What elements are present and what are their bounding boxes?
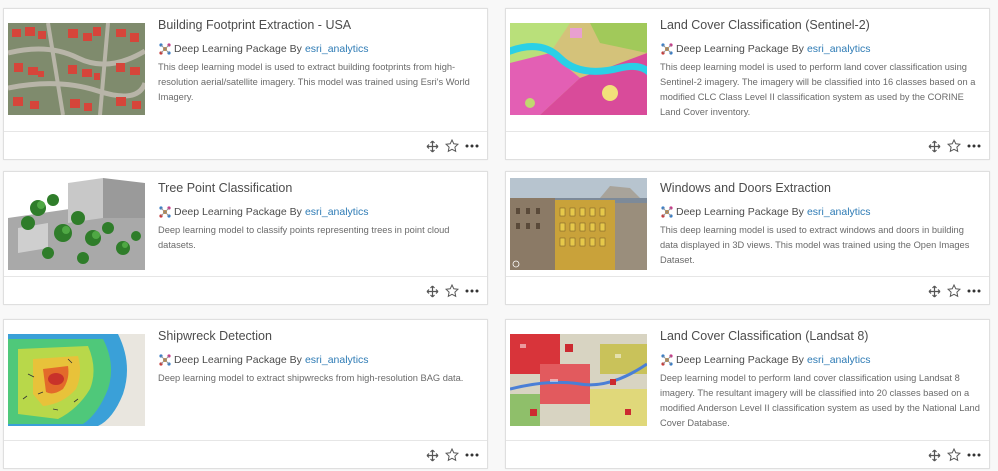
item-description: This deep learning model is used to extr… bbox=[158, 62, 470, 102]
card-actions bbox=[923, 138, 983, 154]
item-description: Deep learning model to perform land cove… bbox=[660, 373, 980, 428]
item-title[interactable]: Land Cover Classification (Sentinel-2) bbox=[660, 17, 981, 33]
item-by-label: By bbox=[791, 354, 804, 366]
card-actions bbox=[923, 283, 983, 299]
more-options-icon[interactable] bbox=[463, 447, 481, 463]
star-icon[interactable] bbox=[443, 447, 461, 463]
item-type: Deep Learning Package bbox=[676, 206, 789, 218]
item-card: Land Cover Classification (Landsat 8) De… bbox=[505, 319, 990, 469]
item-owner-link[interactable]: esri_analytics bbox=[807, 353, 871, 367]
item-by-label: By bbox=[289, 354, 302, 366]
item-type: Deep Learning Package bbox=[174, 43, 287, 55]
open-in-app-icon[interactable] bbox=[423, 138, 441, 154]
more-options-icon[interactable] bbox=[463, 138, 481, 154]
item-meta: Deep Learning Package By esri_analytics bbox=[158, 205, 479, 219]
item-card: Shipwreck Detection Deep Learning Packag… bbox=[3, 319, 488, 469]
more-options-icon[interactable] bbox=[965, 283, 983, 299]
item-thumbnail[interactable] bbox=[510, 334, 647, 426]
item-by-label: By bbox=[289, 43, 302, 55]
card-footer bbox=[4, 276, 487, 304]
item-description: Deep learning model to classify points r… bbox=[158, 225, 450, 250]
item-owner-link[interactable]: esri_analytics bbox=[305, 205, 369, 219]
item-card: Land Cover Classification (Sentinel-2) D… bbox=[505, 8, 990, 160]
deep-learning-package-icon bbox=[660, 353, 674, 367]
item-owner-link[interactable]: esri_analytics bbox=[305, 353, 369, 367]
open-in-app-icon[interactable] bbox=[925, 138, 943, 154]
open-in-app-icon[interactable] bbox=[925, 447, 943, 463]
item-meta: Deep Learning Package By esri_analytics bbox=[158, 42, 479, 56]
card-actions bbox=[421, 447, 481, 463]
item-by-label: By bbox=[289, 206, 302, 218]
item-description: Deep learning model to extract shipwreck… bbox=[158, 373, 464, 383]
shipwreck-bathymetry-thumbnail bbox=[8, 334, 145, 426]
open-in-app-icon[interactable] bbox=[925, 283, 943, 299]
tree-points-thumbnail bbox=[8, 178, 145, 270]
item-thumbnail[interactable] bbox=[8, 178, 145, 270]
item-owner-link[interactable]: esri_analytics bbox=[305, 42, 369, 56]
card-footer bbox=[506, 131, 989, 159]
star-icon[interactable] bbox=[945, 283, 963, 299]
windows-doors-thumbnail bbox=[510, 178, 647, 270]
more-options-icon[interactable] bbox=[463, 283, 481, 299]
card-actions bbox=[923, 447, 983, 463]
item-card: Windows and Doors Extraction Deep Learni… bbox=[505, 171, 990, 305]
deep-learning-package-icon bbox=[158, 42, 172, 56]
card-actions bbox=[421, 283, 481, 299]
item-card: Building Footprint Extraction - USA Deep… bbox=[3, 8, 488, 160]
card-footer bbox=[506, 440, 989, 468]
item-meta: Deep Learning Package By esri_analytics bbox=[660, 353, 981, 367]
item-by-label: By bbox=[791, 206, 804, 218]
star-icon[interactable] bbox=[945, 138, 963, 154]
item-description: This deep learning model is used to extr… bbox=[660, 225, 970, 265]
item-title[interactable]: Building Footprint Extraction - USA bbox=[158, 17, 479, 33]
deep-learning-package-icon bbox=[158, 205, 172, 219]
card-footer bbox=[4, 440, 487, 468]
item-thumbnail[interactable] bbox=[8, 334, 145, 426]
item-description: This deep learning model is used to perf… bbox=[660, 62, 976, 117]
item-meta: Deep Learning Package By esri_analytics bbox=[660, 205, 981, 219]
item-meta: Deep Learning Package By esri_analytics bbox=[660, 42, 981, 56]
item-type: Deep Learning Package bbox=[676, 354, 789, 366]
item-meta: Deep Learning Package By esri_analytics bbox=[158, 353, 479, 367]
deep-learning-package-icon bbox=[158, 353, 172, 367]
more-options-icon[interactable] bbox=[965, 138, 983, 154]
item-title[interactable]: Tree Point Classification bbox=[158, 180, 479, 196]
open-in-app-icon[interactable] bbox=[423, 283, 441, 299]
star-icon[interactable] bbox=[443, 283, 461, 299]
item-type: Deep Learning Package bbox=[676, 43, 789, 55]
building-footprints-thumbnail bbox=[8, 23, 145, 115]
item-type: Deep Learning Package bbox=[174, 206, 287, 218]
item-title[interactable]: Land Cover Classification (Landsat 8) bbox=[660, 328, 981, 344]
item-type: Deep Learning Package bbox=[174, 354, 287, 366]
card-footer bbox=[506, 276, 989, 304]
sentinel-landcover-thumbnail bbox=[510, 23, 647, 115]
item-title[interactable]: Shipwreck Detection bbox=[158, 328, 479, 344]
card-actions bbox=[421, 138, 481, 154]
star-icon[interactable] bbox=[443, 138, 461, 154]
open-in-app-icon[interactable] bbox=[423, 447, 441, 463]
item-title[interactable]: Windows and Doors Extraction bbox=[660, 180, 981, 196]
item-thumbnail[interactable] bbox=[510, 178, 647, 270]
landsat-landcover-thumbnail bbox=[510, 334, 647, 426]
item-thumbnail[interactable] bbox=[510, 23, 647, 115]
deep-learning-package-icon bbox=[660, 205, 674, 219]
star-icon[interactable] bbox=[945, 447, 963, 463]
item-thumbnail[interactable] bbox=[8, 23, 145, 115]
item-by-label: By bbox=[791, 43, 804, 55]
more-options-icon[interactable] bbox=[965, 447, 983, 463]
item-owner-link[interactable]: esri_analytics bbox=[807, 42, 871, 56]
item-owner-link[interactable]: esri_analytics bbox=[807, 205, 871, 219]
item-card: Tree Point Classification Deep Learning … bbox=[3, 171, 488, 305]
card-footer bbox=[4, 131, 487, 159]
deep-learning-package-icon bbox=[660, 42, 674, 56]
